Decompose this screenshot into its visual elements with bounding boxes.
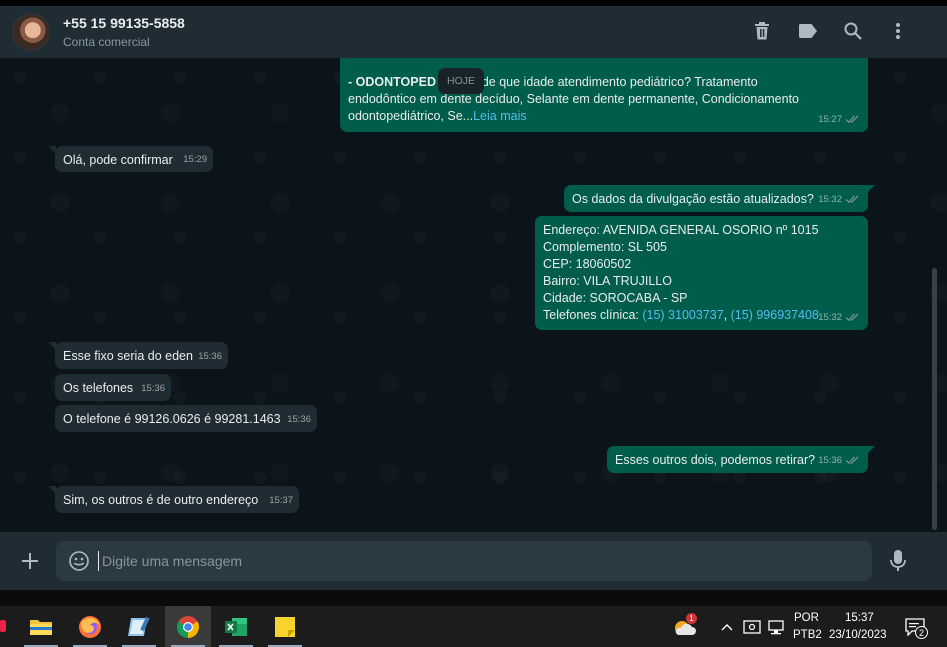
message-text: Os telefones [63,381,134,395]
bubble-tail [867,185,875,193]
message-text: Esses outros dois, podemos retirar? [615,453,816,467]
message-text: Cidade: SOROCABA - SP [543,291,688,305]
chrome-icon[interactable] [165,606,211,647]
search-icon[interactable] [842,20,864,42]
message-time: 15:37 [269,495,293,506]
message-time: 15:36 [198,351,222,362]
windows-taskbar: 1 POR PTB2 15:37 23/10/2023 2 [0,606,947,647]
message-input-box[interactable] [56,541,872,581]
weather-badge: 1 [686,613,697,624]
attach-plus-icon[interactable] [20,551,40,571]
contact-name[interactable]: +55 15 99135-5858 [63,15,185,31]
trash-icon[interactable] [751,20,773,42]
phone-link[interactable]: (15) 996937408 [731,308,819,322]
contact-avatar[interactable] [12,13,50,51]
message-time: 15:36 [818,452,860,469]
message-text: Olá, pode confirmar [63,153,173,167]
emoji-icon[interactable] [68,550,90,572]
message-text: O telefone é 99126.0626 é 99281.1463 [63,412,281,426]
message-text: Sim, os outros é de outro endereço [63,493,259,507]
chat-scrollbar[interactable] [932,268,937,530]
message-incoming[interactable]: O telefone é 99126.0626 é 99281.1463 15:… [55,405,317,432]
message-time: 15:27 [818,111,860,128]
microphone-icon[interactable] [888,549,908,573]
firefox-icon[interactable] [67,606,113,647]
message-time: 15:32 [818,309,860,326]
bubble-tail [867,446,875,454]
chat-header[interactable]: +55 15 99135-5858 Conta comercial [0,6,947,58]
message-input[interactable] [98,551,798,571]
message-text: odontopediátrico, Se...Leia mais [348,109,527,123]
composer [0,532,947,590]
message-time: 15:36 [141,383,165,394]
message-time: 15:32 [818,191,860,208]
message-text: Endereço: AVENIDA GENERAL OSORIO nº 1015 [543,223,819,237]
network-icon[interactable] [767,618,785,636]
message-incoming[interactable]: Os telefones 15:36 [55,374,171,401]
message-text: endodôntico em dente decíduo, Selante em… [348,92,800,106]
message-outgoing[interactable]: Endereço: AVENIDA GENERAL OSORIO nº 1015… [535,216,868,330]
bubble-tail [48,342,56,350]
meet-now-icon[interactable] [743,618,761,636]
read-ticks-icon [845,313,859,322]
message-outgoing[interactable]: Os dados da divulgação estão atualizados… [564,185,875,212]
message-time: 15:29 [183,154,207,165]
weather-icon[interactable]: 1 [672,613,698,639]
message-text: Telefones clínica: (15) 31003737, (15) 9… [543,308,819,322]
whatsapp-window: +55 15 99135-5858 Conta comercial - ODON… [0,0,947,647]
message-text: Esse fixo seria do eden [63,349,193,363]
message-text: - ODONTOPED a partir de que idade atendi… [348,75,758,89]
message-text: Bairro: VILA TRUJILLO [543,274,672,288]
clock-date[interactable]: 23/10/2023 [829,629,887,641]
notification-center-icon[interactable]: 2 [905,618,929,639]
more-vertical-icon[interactable] [887,20,909,42]
message-list[interactable]: - ODONTOPED a partir de que idade atendi… [0,58,947,532]
notification-count: 2 [915,626,928,639]
message-outgoing[interactable]: Esses outros dois, podemos retirar? 15:3… [607,446,875,473]
message-text: Os dados da divulgação estão atualizados… [572,192,814,206]
message-incoming[interactable]: Olá, pode confirmar 15:29 [48,146,213,172]
message-incoming[interactable]: Sim, os outros é de outro endereço 15:37 [48,486,299,513]
label-icon[interactable] [797,20,819,42]
contact-subtitle: Conta comercial [63,35,150,49]
read-ticks-icon [845,456,859,465]
language-indicator[interactable]: POR [794,612,819,624]
read-more-link[interactable]: Leia mais [473,109,527,123]
bubble-tail [48,486,56,494]
phone-link[interactable]: (15) 31003737 [642,308,723,322]
chevron-up-icon[interactable] [720,620,734,634]
bubble-tail [48,146,56,154]
date-chip: HOJE [438,68,484,94]
file-explorer-icon[interactable] [18,606,64,647]
app-edge-icon[interactable] [0,620,6,632]
clock-time[interactable]: 15:37 [845,612,874,624]
sticky-notes-icon[interactable] [262,606,308,647]
message-outgoing[interactable]: - ODONTOPED a partir de que idade atendi… [340,58,868,132]
read-ticks-icon [845,195,859,204]
message-text: CEP: 18060502 [543,257,632,271]
excel-icon[interactable] [213,606,259,647]
message-text: Complemento: SL 505 [543,240,667,254]
window-bottom-edge [0,590,947,606]
notepad-icon[interactable] [116,606,162,647]
keyboard-layout[interactable]: PTB2 [793,629,822,641]
message-incoming[interactable]: Esse fixo seria do eden 15:36 [48,342,228,369]
read-ticks-icon [845,115,859,124]
message-time: 15:36 [287,414,311,425]
